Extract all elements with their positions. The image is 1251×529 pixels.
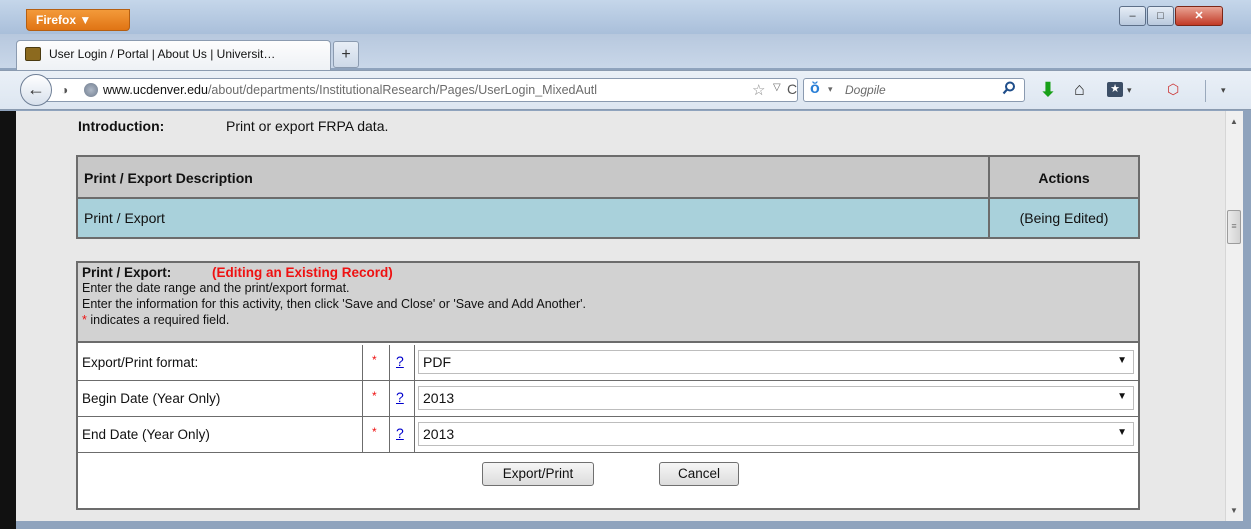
bookmarks-menu-icon[interactable]: ★: [1107, 82, 1123, 97]
form-row-end-date: End Date (Year Only) * ? 2013 ▼: [78, 417, 1138, 453]
required-star: *: [372, 353, 377, 367]
toolbar-separator: [1205, 80, 1206, 102]
table-header: Print / Export Description Actions: [78, 157, 1138, 199]
maximize-button[interactable]: □: [1147, 6, 1174, 26]
intro-label: Introduction:: [78, 118, 165, 134]
field-label: Export/Print format:: [82, 355, 199, 370]
form-title: Print / Export:: [82, 265, 172, 280]
cell-divider: [414, 345, 415, 381]
select-value: 2013: [423, 426, 455, 442]
form-status: (Editing an Existing Record): [212, 265, 393, 280]
search-icon[interactable]: [1002, 81, 1016, 95]
required-star: *: [372, 425, 377, 439]
cell-divider: [362, 381, 363, 417]
url-domain: www.ucdenver.edu: [103, 83, 208, 97]
help-link[interactable]: ?: [396, 389, 404, 405]
search-engine-icon[interactable]: ŏ: [810, 80, 820, 98]
form-row-begin-date: Begin Date (Year Only) * ? 2013 ▼: [78, 381, 1138, 417]
column-header-actions: Actions: [1038, 170, 1090, 186]
search-input[interactable]: Dogpile: [845, 83, 886, 97]
export-print-button[interactable]: Export/Print: [482, 462, 594, 486]
cell-divider: [414, 417, 415, 453]
firefox-menu-button[interactable]: Firefox ▼: [26, 9, 130, 31]
export-format-select[interactable]: PDF ▼: [418, 350, 1134, 374]
download-icon[interactable]: ⬇: [1040, 79, 1056, 102]
window-right-frame: [1243, 111, 1251, 529]
chevron-down-icon[interactable]: ▾: [1127, 85, 1132, 96]
form-row-export-format: Export/Print format: * ? PDF ▼: [78, 345, 1138, 381]
close-window-button[interactable]: ✕: [1175, 6, 1223, 26]
intro-text: Print or export FRPA data.: [226, 118, 389, 134]
scroll-up-icon[interactable]: ▲: [1230, 117, 1238, 126]
page-left-border: [0, 111, 16, 529]
site-identity-icon[interactable]: ◑: [61, 83, 73, 97]
form-instruction: Enter the information for this activity,…: [82, 297, 587, 311]
bookmark-star-icon[interactable]: ☆: [752, 81, 765, 99]
end-date-select[interactable]: 2013 ▼: [418, 422, 1134, 446]
required-note-text: indicates a required field.: [86, 313, 230, 327]
row-action-status: (Being Edited): [1019, 210, 1109, 226]
begin-date-select[interactable]: 2013 ▼: [418, 386, 1134, 410]
search-bar[interactable]: [803, 78, 1025, 102]
cell-divider: [414, 381, 415, 417]
globe-icon: [84, 83, 98, 97]
new-tab-button[interactable]: +: [333, 41, 359, 68]
chevron-down-icon: ▼: [1117, 391, 1127, 402]
column-divider: [988, 157, 990, 237]
column-header-description: Print / Export Description: [84, 170, 253, 186]
cell-divider: [362, 417, 363, 453]
page-bottom-frame: [16, 521, 1225, 529]
table-row[interactable]: Print / Export (Being Edited): [78, 199, 1138, 237]
scrollbar-thumb[interactable]: ≡: [1227, 210, 1241, 244]
page-content: Introduction: Print or export FRPA data.…: [16, 111, 1225, 521]
field-label: End Date (Year Only): [82, 427, 210, 442]
cell-divider: [362, 345, 363, 381]
url-text[interactable]: www.ucdenver.edu/about/departments/Insti…: [103, 83, 743, 99]
form-header: Print / Export: (Editing an Existing Rec…: [78, 263, 1138, 343]
back-button[interactable]: ←: [20, 74, 52, 106]
tab-user-login-portal[interactable]: User Login / Portal | About Us | Univers…: [16, 40, 331, 70]
form-instruction: Enter the date range and the print/expor…: [82, 281, 350, 295]
vertical-scrollbar[interactable]: [1225, 111, 1243, 521]
tab-title: User Login / Portal | About Us | Univers…: [49, 47, 276, 61]
select-value: PDF: [423, 354, 451, 370]
window-titlebar: [0, 0, 1251, 34]
url-path: /about/departments/InstitutionalResearch…: [207, 83, 598, 97]
reload-icon[interactable]: C: [787, 81, 797, 97]
cancel-button[interactable]: Cancel: [659, 462, 739, 486]
records-table: Print / Export Description Actions Print…: [76, 155, 1140, 239]
scroll-down-icon[interactable]: ▼: [1230, 506, 1238, 515]
help-link[interactable]: ?: [396, 425, 404, 441]
chevron-down-icon[interactable]: ▾: [1221, 85, 1226, 96]
cell-divider: [389, 381, 390, 417]
site-favicon-icon: [25, 47, 41, 61]
addon-icon[interactable]: ⬡: [1167, 81, 1179, 98]
select-value: 2013: [423, 390, 455, 406]
minimize-button[interactable]: –: [1119, 6, 1146, 26]
home-icon[interactable]: ⌂: [1074, 79, 1085, 100]
form-actions: Export/Print Cancel: [78, 453, 1138, 493]
row-description: Print / Export: [84, 210, 165, 226]
chevron-down-icon: ▼: [1117, 427, 1127, 438]
field-label: Begin Date (Year Only): [82, 391, 221, 406]
cell-divider: [389, 345, 390, 381]
cell-divider: [389, 417, 390, 453]
chevron-down-icon[interactable]: ▾: [828, 84, 833, 95]
history-dropdown-icon[interactable]: ▽: [773, 82, 781, 93]
required-star: *: [372, 389, 377, 403]
help-link[interactable]: ?: [396, 353, 404, 369]
chevron-down-icon: ▼: [1117, 355, 1127, 366]
required-field-note: * indicates a required field.: [82, 313, 229, 327]
print-export-form: Print / Export: (Editing an Existing Rec…: [76, 261, 1140, 510]
